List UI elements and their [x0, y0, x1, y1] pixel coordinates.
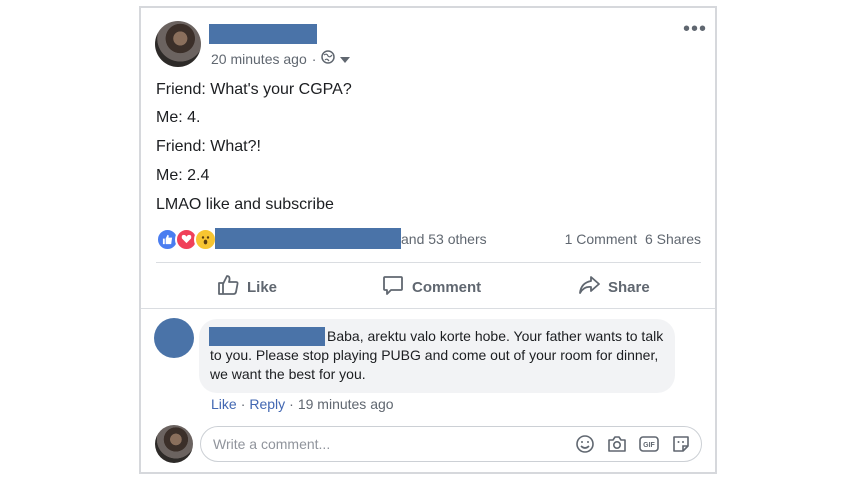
- post-meta: 20 minutes ago ·: [211, 50, 351, 67]
- speech-bubble-icon: [382, 274, 404, 300]
- current-user-avatar[interactable]: [155, 425, 193, 463]
- like-label: Like: [247, 278, 278, 296]
- post-text-line-5: LMAO like and subscribe: [156, 196, 334, 213]
- comments-section: Baba, arektu valo korte hobe. Your fathe…: [141, 308, 715, 472]
- commenter-avatar[interactable]: [154, 318, 194, 358]
- comment-input-placeholder[interactable]: Write a comment...: [213, 436, 330, 452]
- comment-composer[interactable]: Write a comment... GIF: [200, 426, 702, 462]
- comment-label: Comment: [412, 278, 482, 296]
- globe-icon[interactable]: [321, 50, 336, 67]
- post-text-line-4: Me: 2.4: [156, 167, 210, 184]
- emoji-icon[interactable]: [575, 434, 595, 454]
- sticker-icon[interactable]: [671, 434, 691, 454]
- svg-text:GIF: GIF: [643, 442, 655, 449]
- thumbs-up-icon: [217, 274, 239, 300]
- comment-action-separator: ·: [240, 396, 246, 412]
- likers-names-redaction[interactable]: [215, 228, 401, 249]
- share-label: Share: [608, 278, 650, 296]
- post-text-line-3: Friend: What?!: [156, 138, 261, 155]
- reaction-icons[interactable]: [156, 227, 217, 251]
- post-text-line-2: Me: 4.: [156, 109, 201, 126]
- engagement-counts: 1 Comment 6 Shares: [565, 231, 701, 247]
- share-count[interactable]: 6 Shares: [645, 231, 701, 247]
- post-card: 20 minutes ago · ••• Friend: What's your…: [139, 6, 717, 474]
- post-text-line-1: Friend: What's your CGPA?: [156, 81, 352, 98]
- camera-icon[interactable]: [607, 434, 627, 454]
- comment-button[interactable]: Comment: [382, 274, 481, 300]
- chevron-down-icon[interactable]: [340, 51, 351, 67]
- comment-count[interactable]: 1 Comment: [565, 231, 637, 247]
- post-timestamp[interactable]: 20 minutes ago: [211, 51, 307, 67]
- comment-timestamp[interactable]: 19 minutes ago: [298, 396, 394, 412]
- author-name-redaction[interactable]: [209, 24, 317, 44]
- comment-like-link[interactable]: Like: [211, 396, 237, 412]
- share-button[interactable]: Share: [578, 274, 650, 300]
- wow-reaction-icon[interactable]: [194, 227, 217, 251]
- gif-icon[interactable]: GIF: [639, 434, 659, 454]
- comment-actions: Like · Reply · 19 minutes ago: [211, 396, 394, 412]
- meta-separator: ·: [311, 50, 317, 67]
- author-avatar[interactable]: [155, 21, 201, 67]
- like-button[interactable]: Like: [217, 274, 277, 300]
- comment-bubble: Baba, arektu valo korte hobe. Your fathe…: [199, 319, 675, 393]
- comment-text: Baba, arektu valo korte hobe. Your fathe…: [210, 328, 664, 382]
- comment-action-separator: ·: [289, 396, 294, 412]
- divider: [156, 262, 701, 263]
- more-icon[interactable]: •••: [683, 18, 707, 41]
- share-arrow-icon: [578, 274, 600, 300]
- likers-others[interactable]: and 53 others: [401, 231, 487, 247]
- comment-reply-link[interactable]: Reply: [249, 396, 285, 412]
- composer-tools: GIF: [575, 434, 691, 454]
